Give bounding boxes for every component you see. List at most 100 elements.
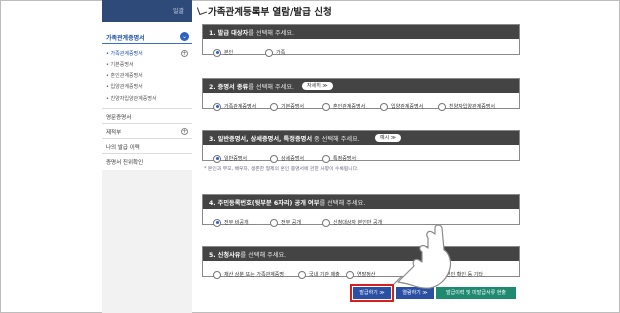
sidebar-item-my-history[interactable]: 나의 발급 이력 [102, 138, 192, 153]
radio-label: 전부 비공개 [224, 220, 249, 226]
section-title-rest: 를 선택해 주세요. [240, 252, 287, 259]
sidebar-sub-basic[interactable]: • 기본증명서 [106, 61, 134, 68]
sidebar-item-removed-register[interactable]: 제적부 + [102, 123, 192, 138]
radio-option-self-only[interactable]: 신청대상자 본인만 공개 [322, 212, 382, 227]
section-number: 4. [209, 200, 216, 207]
plus-icon[interactable]: + [181, 128, 188, 135]
radio-button[interactable] [322, 154, 330, 163]
section-reason: 5. 신청사유를 선택해 주세요. 재산 상분 또는 가족관계증명 국내 기관 … [202, 246, 520, 279]
plus-icon[interactable]: + [181, 50, 188, 57]
radio-label: 일반증명서 [224, 156, 248, 162]
section-title-bold: 주민등록번호(뒷부분 6자리) 공개 여부 [217, 200, 320, 207]
radio-label: 가족관계증명서 [224, 104, 257, 110]
radio-label: 입양관계증명서 [391, 104, 424, 110]
sidebar-item-label: 나의 발급 이력 [106, 145, 140, 151]
example-button[interactable]: 예시 ≫ [375, 134, 402, 142]
details-button[interactable]: 자세히 ≫ [302, 82, 333, 90]
sidebar-filler [102, 170, 192, 313]
radio-option-basic-cert[interactable]: 기본증명서 [270, 96, 304, 111]
radio-option-adoption-cert[interactable]: 입양관계증명서 [380, 96, 423, 111]
section-header: 5. 신청사유를 선택해 주세요. [203, 247, 519, 261]
radio-button[interactable] [213, 102, 221, 111]
sidebar-sub-marriage[interactable]: • 혼인관계증명서 [106, 72, 143, 79]
section-header: 3. 일반증명서, 상세증명서, 특정증명서 중 선택해 주세요. 예시 ≫ [203, 131, 519, 145]
sidebar-item-label: 제적부 [106, 130, 122, 136]
sidebar-item-family-cert[interactable]: 가족관계증명서 ⌄ [102, 30, 192, 44]
radio-option-inheritance[interactable]: 재산 상분 또는 가족관계증명 [213, 264, 284, 279]
radio-button[interactable] [270, 102, 278, 111]
sidebar-item-english[interactable]: 영문증명서 [102, 108, 192, 123]
radio-label: 국내 기관 제출 [309, 272, 340, 278]
radio-option-specific[interactable]: 특정증명서 [322, 148, 356, 163]
section-title-bold: 증명서 종류 [217, 84, 249, 91]
section-title-bold: 발급 대상자 [217, 30, 249, 37]
radio-label: 혼인관계증명서 [333, 104, 366, 110]
sidebar-sub-family[interactable]: • 가족관계증명서 [106, 50, 143, 57]
sidebar-item-label: 영문증명서 [106, 115, 132, 121]
sidebar-head-label: 가족관계증명서 [106, 35, 145, 42]
radio-button[interactable] [213, 154, 221, 163]
section-title-rest: 를 선택해 주세요. [319, 200, 366, 207]
radio-label: 재산 상분 또는 가족관계증명 [224, 272, 284, 278]
section-number: 2. [209, 84, 216, 91]
radio-option-full-adoption-cert[interactable]: 친양자입양관계증명서 [438, 96, 495, 111]
radio-option-domestic-agency[interactable]: 국내 기관 제출 [298, 264, 340, 279]
radio-button[interactable] [265, 48, 273, 57]
sidebar: 일괄 가족관계증명서 ⌄ • 가족관계증명서 + • 기본증명서 • 혼인관계증… [102, 0, 192, 313]
section-cert-detail: 3. 일반증명서, 상세증명서, 특정증명서 중 선택해 주세요. 예시 ≫ 일… [202, 130, 520, 163]
radio-label: 본인 [224, 50, 234, 56]
section-number: 1. [209, 30, 216, 37]
radio-label: 가족 [276, 50, 286, 56]
radio-label: 특정증명서 [333, 156, 357, 162]
radio-button[interactable] [380, 102, 388, 111]
sidebar-sub-full-adoption[interactable]: • 친양자입양관계증명서 [106, 95, 157, 102]
section-title-bold: 신청사유 [217, 252, 241, 259]
radio-button[interactable] [298, 270, 306, 279]
radio-label: 상세증명서 [281, 156, 305, 162]
section-cert-type: 2. 증명서 종류를 선택해 주세요. 자세히 ≫ 가족관계증명서 기본증명서 … [202, 78, 520, 111]
sidebar-banner: 일괄 [102, 0, 192, 22]
radio-button[interactable] [213, 48, 221, 57]
section-title-rest: 중 선택해 주세요. [312, 136, 360, 143]
chevron-down-icon[interactable]: ⌄ [180, 32, 189, 41]
sidebar-item-label: 증명서 진위확인 [106, 160, 144, 166]
radio-button[interactable] [213, 218, 221, 227]
section-rrn-disclosure: 4. 주민등록번호(뒷부분 6자리) 공개 여부를 선택해 주세요. 전부 비공… [202, 194, 520, 227]
radio-button[interactable] [213, 270, 221, 279]
section-title-rest: 를 선택해 주세요. [248, 84, 294, 91]
section-header: 4. 주민등록번호(뒷부분 6자리) 공개 여부를 선택해 주세요. [203, 195, 519, 209]
radio-option-self[interactable]: 본인 [213, 42, 233, 57]
radio-label: 신청대상자 본인만 공개 [333, 220, 383, 226]
page-title: 가족관계등록부 열람/발급 신청 [208, 7, 332, 18]
radio-option-general[interactable]: 일반증명서 [213, 148, 247, 163]
section-title-rest: 를 선택해 주세요. [248, 30, 294, 37]
section-number: 5. [209, 252, 216, 259]
radio-label: 기본증명서 [281, 104, 305, 110]
radio-label: 연말정산 [357, 272, 376, 278]
section-number: 3. [209, 136, 216, 143]
radio-option-year-end-tax[interactable]: 연말정산 [346, 264, 375, 279]
radio-option-all-public[interactable]: 전부 공개 [270, 212, 301, 227]
section-header: 2. 증명서 종류를 선택해 주세요. 자세히 ≫ [203, 79, 519, 93]
section-title-bold: 일반증명서, 상세증명서, 특정증명서 [217, 136, 313, 143]
info-note: * 본인과 부모, 배우자, 생존한 형제의 혼인 증명서에 관한 사항이 수록… [204, 167, 359, 172]
section-header: 1. 발급 대상자를 선택해 주세요. [203, 25, 519, 39]
radio-option-detailed[interactable]: 상세증명서 [270, 148, 304, 163]
radio-label: 친양자입양관계증명서 [449, 104, 496, 110]
radio-option-marriage-cert[interactable]: 혼인관계증명서 [322, 96, 365, 111]
radio-option-all-hidden[interactable]: 전부 비공개 [213, 212, 249, 227]
radio-button[interactable] [270, 154, 278, 163]
sidebar-sub-adoption[interactable]: • 입양관계증명서 [106, 83, 143, 90]
radio-button[interactable] [438, 102, 446, 111]
pointing-hand-icon [393, 224, 452, 289]
radio-option-family-cert[interactable]: 가족관계증명서 [213, 96, 256, 111]
section-applicant: 1. 발급 대상자를 선택해 주세요. 본인 가족 [202, 24, 520, 57]
radio-button[interactable] [322, 102, 330, 111]
sidebar-banner-text: 일괄 [172, 8, 184, 15]
radio-option-family[interactable]: 가족 [265, 42, 285, 57]
issue-button[interactable]: 발급하기 ≫ [353, 287, 391, 299]
radio-button[interactable] [322, 218, 330, 227]
radio-button[interactable] [346, 270, 354, 279]
radio-button[interactable] [270, 218, 278, 227]
sidebar-item-verify[interactable]: 증명서 진위확인 [102, 153, 192, 168]
